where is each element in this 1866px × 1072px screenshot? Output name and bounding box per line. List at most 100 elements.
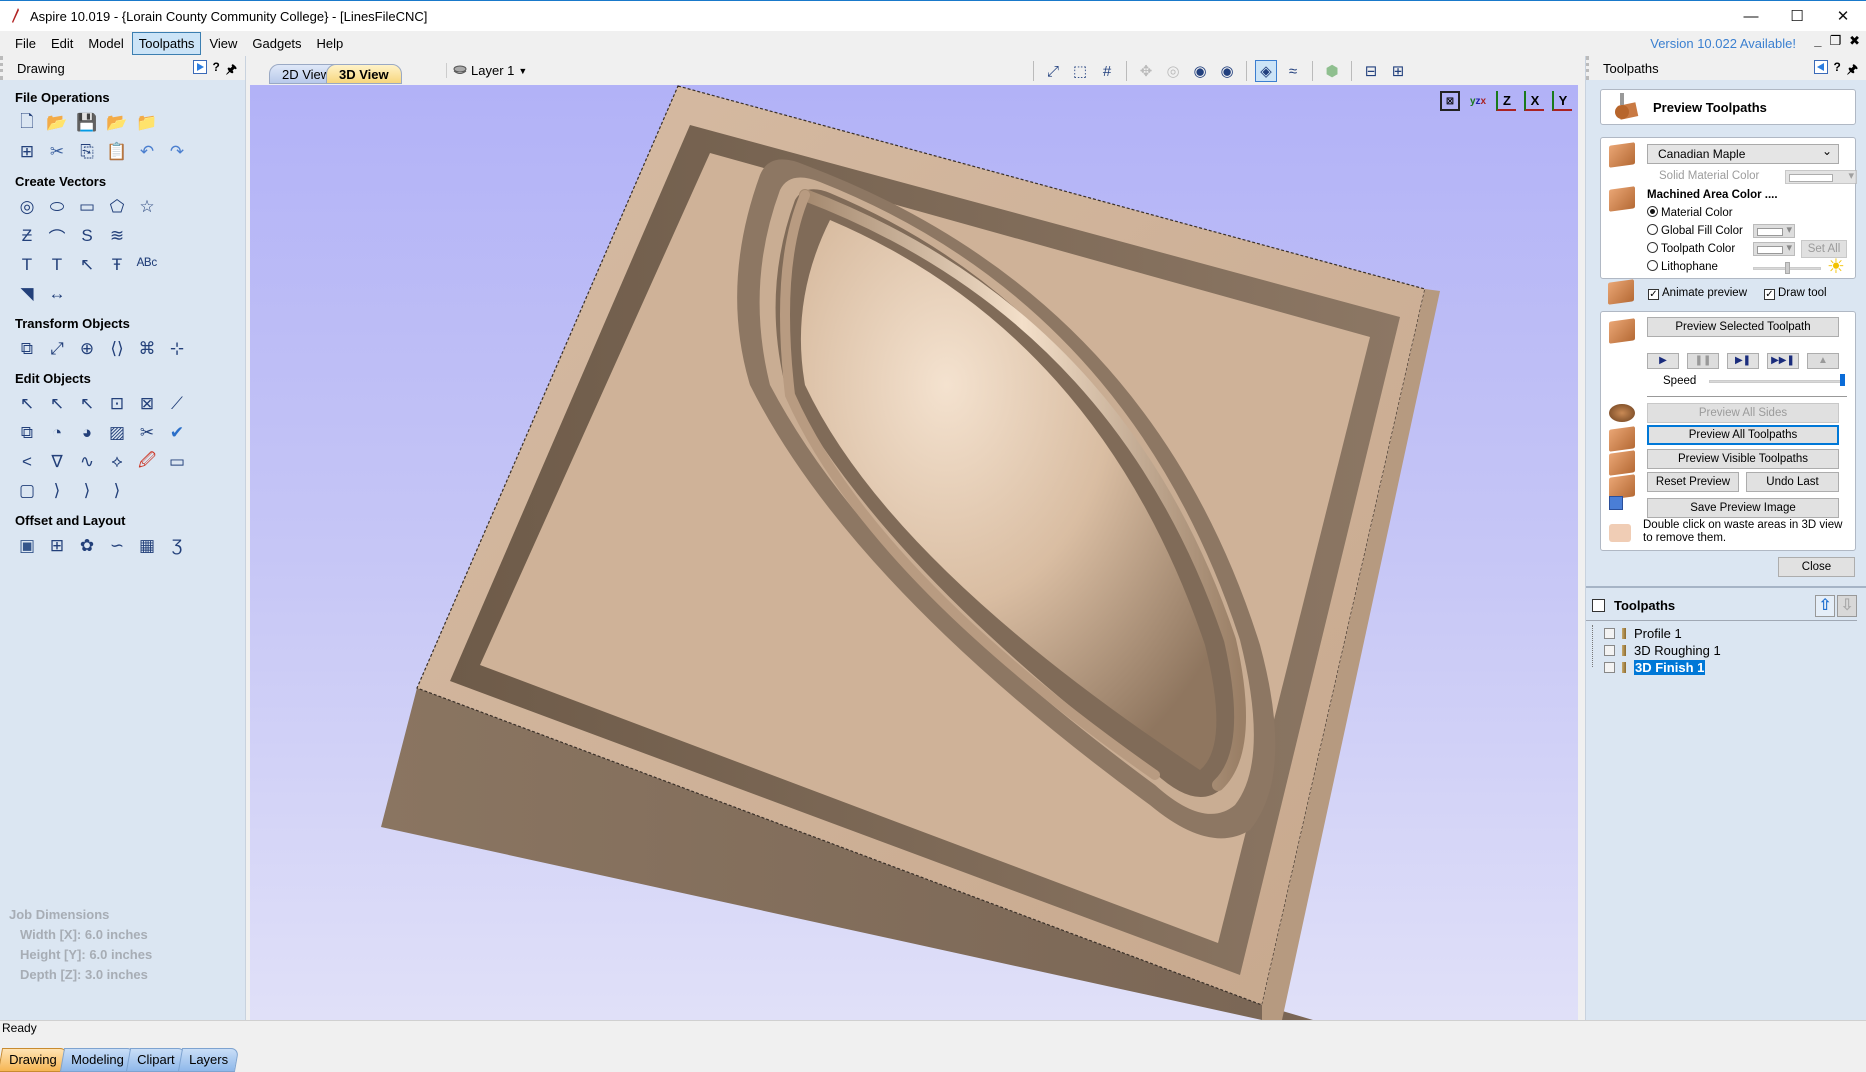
3d-model-preview[interactable] (250, 85, 1578, 1020)
pan-icon[interactable]: ✥ (1135, 60, 1157, 82)
dogbone-icon[interactable]: ⟩ (75, 479, 99, 503)
close-window-button[interactable]: ✕ (1820, 1, 1866, 31)
copy-icon[interactable]: ⎘ (75, 140, 99, 164)
global-fill-color-picker[interactable] (1753, 223, 1795, 238)
text-icon[interactable]: T (15, 253, 39, 277)
toolpath-visibility-checkbox[interactable] (1604, 645, 1615, 656)
split-vertical-icon[interactable]: ⊞ (1387, 60, 1409, 82)
tab-clipart[interactable]: Clipart (126, 1048, 187, 1072)
select-icon[interactable]: ↖ (15, 392, 39, 416)
draw-tool-checkbox[interactable]: ✓ Draw tool (1764, 287, 1827, 300)
curve-fit-icon[interactable]: ∿ (75, 450, 99, 474)
zoom-region-icon[interactable]: ◉ (1216, 60, 1238, 82)
side-view-y-icon[interactable]: Y (1552, 91, 1572, 111)
preview-all-toolpaths-button[interactable]: Preview All Toolpaths (1647, 425, 1839, 445)
preview-all-sides-button[interactable]: Preview All Sides (1647, 403, 1839, 423)
distort-icon[interactable]: ⌘ (135, 337, 159, 361)
radio-material-color[interactable]: Material Color (1647, 206, 1733, 219)
maximize-button[interactable]: ☐ (1774, 1, 1820, 31)
menu-model[interactable]: Model (81, 32, 130, 55)
version-available-link[interactable]: Version 10.022 Available! (1650, 36, 1796, 51)
help-icon[interactable]: ? (213, 60, 220, 81)
menu-edit[interactable]: Edit (44, 32, 80, 55)
copy-along-path-icon[interactable]: ∽ (105, 534, 129, 558)
radio-global-fill-color[interactable]: Global Fill Color (1647, 224, 1743, 237)
radio-lithophane[interactable]: Lithophane (1647, 260, 1718, 273)
move-down-button[interactable]: ⇩ (1837, 595, 1857, 617)
trim-hatch-icon[interactable]: ▨ (105, 421, 129, 445)
redo-icon[interactable]: ↷ (165, 140, 189, 164)
toolpath-visibility-checkbox[interactable] (1604, 662, 1615, 673)
menu-file[interactable]: File (8, 32, 43, 55)
text-arc-icon[interactable]: ᴬᴮᶜ (135, 253, 159, 277)
zoom-box-icon[interactable]: ◉ (1189, 60, 1211, 82)
cut-icon[interactable]: ✂ (45, 140, 69, 164)
array-copy-icon[interactable]: ⊞ (45, 534, 69, 558)
preview-visible-toolpaths-button[interactable]: Preview Visible Toolpaths (1647, 449, 1839, 469)
collapse-panel-icon[interactable] (192, 60, 207, 74)
menu-help[interactable]: Help (310, 32, 351, 55)
nest-icon[interactable]: ▦ (135, 534, 159, 558)
text-scale-icon[interactable]: Ŧ (105, 253, 129, 277)
spiral-icon[interactable]: S (75, 224, 99, 248)
toolpath-visibility-checkbox[interactable] (1604, 628, 1615, 639)
pin-icon[interactable]: 🖈 (226, 60, 237, 81)
top-view-z-icon[interactable]: Z (1496, 91, 1516, 111)
scale-icon[interactable]: ⤢ (45, 337, 69, 361)
move-icon[interactable]: ⧉ (15, 337, 39, 361)
grid-icon[interactable]: # (1096, 60, 1118, 82)
dimension-icon[interactable]: ↔ (45, 282, 69, 306)
ungroup-icon[interactable]: ⊠ (135, 392, 159, 416)
zoom-selection-icon[interactable]: ⬚ (1069, 60, 1091, 82)
close-vector-icon[interactable]: ▭ (165, 450, 189, 474)
help-icon[interactable]: ? (1834, 60, 1841, 81)
curve-icon[interactable]: ⌒ (45, 224, 69, 248)
scissors-icon[interactable]: ✂ (135, 421, 159, 445)
save-file-icon[interactable]: 💾 (75, 111, 99, 135)
tab-drawing[interactable]: Drawing (0, 1048, 68, 1072)
corner-fillet-icon[interactable]: ⟩ (45, 479, 69, 503)
circle-icon[interactable]: ◎ (15, 195, 39, 219)
pause-icon[interactable]: ❚❚ (1687, 353, 1719, 369)
text-box-icon[interactable]: T (45, 253, 69, 277)
node-edit-icon[interactable]: ↖ (45, 392, 69, 416)
undo-icon[interactable]: ↶ (135, 140, 159, 164)
weld-icon[interactable]: ⧉ (15, 421, 39, 445)
3d-viewport[interactable]: ⊠ y z x Z X Y (250, 85, 1578, 1020)
collapse-panel-icon[interactable] (1813, 60, 1828, 74)
pin-icon[interactable]: 🖈 (1847, 60, 1858, 81)
tab-modeling[interactable]: Modeling (59, 1048, 135, 1072)
text-on-curve-icon[interactable]: ↖ (75, 253, 99, 277)
toolpath-color-picker[interactable] (1753, 241, 1795, 256)
polyline-icon[interactable]: Ƶ (15, 224, 39, 248)
go-to-top-icon[interactable]: ▲ (1807, 353, 1839, 369)
offset-icon[interactable]: ▣ (15, 534, 39, 558)
circular-array-icon[interactable]: ✿ (75, 534, 99, 558)
split-horizontal-icon[interactable]: ⊟ (1360, 60, 1382, 82)
preview-selected-toolpath-button[interactable]: Preview Selected Toolpath (1647, 317, 1839, 337)
speed-slider[interactable] (1709, 380, 1845, 383)
front-view-x-icon[interactable]: X (1524, 91, 1544, 111)
trace-bitmap-icon[interactable]: 🖉 (135, 450, 159, 474)
material-select[interactable]: Canadian Maple (1647, 144, 1839, 164)
open-recent-icon[interactable]: 📂 (105, 111, 129, 135)
join-icon[interactable]: ⟡ (105, 450, 129, 474)
rectangle-icon[interactable]: ▭ (75, 195, 99, 219)
mdi-close-button[interactable]: ✖ (1849, 33, 1860, 49)
select-all-toolpaths-checkbox[interactable] (1592, 599, 1605, 612)
move-up-button[interactable]: ⇧ (1815, 595, 1835, 617)
fillet-icon[interactable]: < (15, 450, 39, 474)
save-preview-image-button[interactable]: Save Preview Image (1647, 498, 1839, 518)
skip-to-end-icon[interactable]: ▶▶❚ (1767, 353, 1799, 369)
toolpath-display-icon[interactable]: ≈ (1282, 60, 1304, 82)
toolpath-item[interactable]: Profile 1 (1586, 625, 1866, 642)
step-icon[interactable]: ▶❚ (1727, 353, 1759, 369)
menu-gadgets[interactable]: Gadgets (245, 32, 308, 55)
toolpath-item[interactable]: 3D Roughing 1 (1586, 642, 1866, 659)
speed-slider-thumb[interactable] (1840, 374, 1845, 386)
text-layout-icon[interactable]: Ʒ (165, 534, 189, 558)
model-shading-icon[interactable]: ⬢ (1321, 60, 1343, 82)
subtract-icon[interactable]: ◔ (45, 421, 69, 445)
radio-toolpath-color[interactable]: Toolpath Color (1647, 242, 1735, 255)
fit-view-icon[interactable]: ⊠ (1440, 91, 1460, 111)
